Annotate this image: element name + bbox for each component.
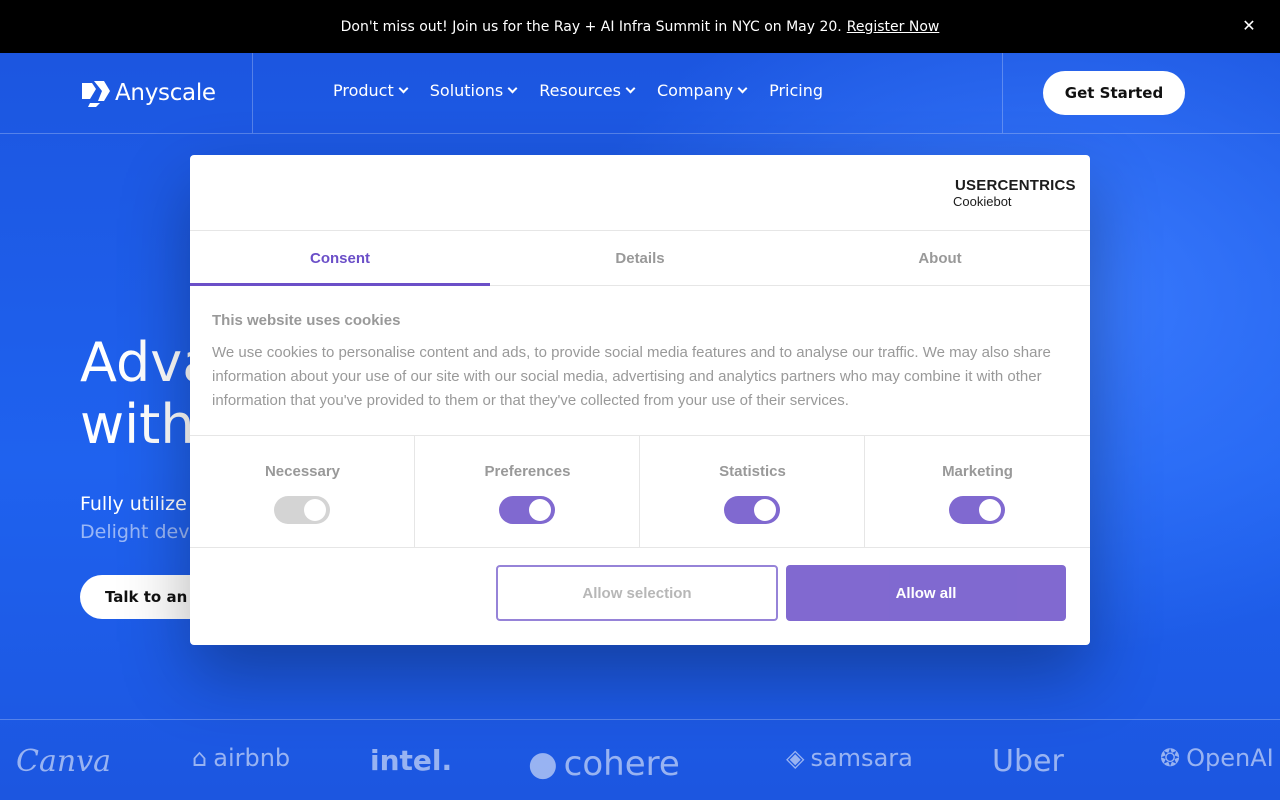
uber-logo: Uber <box>992 744 1064 779</box>
airbnb-icon: ⌂ <box>192 744 208 772</box>
nav-item-company[interactable]: Company <box>656 81 748 100</box>
openai-icon: ❂ <box>1160 744 1181 772</box>
statistics-toggle[interactable] <box>724 496 780 524</box>
nav-item-resources[interactable]: Resources <box>539 81 636 100</box>
cookie-description: We use cookies to personalise content an… <box>212 344 1051 409</box>
intel-logo: intel. <box>370 744 453 777</box>
category-label: Marketing <box>942 463 1013 480</box>
toggle-knob <box>754 499 776 521</box>
hero-subtitle-line: Fully utilize <box>80 493 187 515</box>
nav-item-label: Solutions <box>429 81 504 100</box>
cohere-icon: ● <box>528 744 558 784</box>
tab-consent[interactable]: Consent <box>190 231 490 286</box>
hero-subtitle: Fully utilize Delight dev <box>80 490 189 546</box>
get-started-button[interactable]: Get Started <box>1043 71 1185 115</box>
announcement-bar: Don't miss out! Join us for the Ray + AI… <box>0 0 1280 53</box>
airbnb-logo: ⌂ airbnb <box>192 744 290 772</box>
chevron-down-icon <box>737 83 748 94</box>
nav-item-solutions[interactable]: Solutions <box>429 81 518 100</box>
anyscale-logo-icon <box>82 81 110 107</box>
register-now-link[interactable]: Register Now <box>847 19 940 35</box>
cookie-tabs: Consent Details About <box>190 230 1090 286</box>
samsara-icon: ◈ <box>786 744 805 772</box>
category-label: Preferences <box>484 463 571 480</box>
category-label: Necessary <box>264 463 341 480</box>
cookiebot-brandmark[interactable]: USERCENTRICS Cookiebot <box>952 177 1076 209</box>
cookie-heading: This website uses cookies <box>212 312 401 329</box>
cookie-consent-dialog: USERCENTRICS Cookiebot Consent Details A… <box>190 155 1090 645</box>
airbnb-logo-text: airbnb <box>213 744 291 772</box>
nav-item-product[interactable]: Product <box>333 81 409 100</box>
tab-about[interactable]: About <box>790 231 1090 286</box>
chevron-down-icon <box>398 83 409 94</box>
openai-logo: ❂ OpenAI <box>1160 744 1274 772</box>
samsara-logo: ◈ samsara <box>786 744 913 772</box>
preferences-toggle[interactable] <box>499 496 555 524</box>
hero-subtitle-muted: Delight dev <box>80 521 190 543</box>
nav-item-pricing[interactable]: Pricing <box>769 81 823 100</box>
brandmark-usercentrics: USERCENTRICS <box>955 177 1076 194</box>
chevron-down-icon <box>625 83 636 94</box>
toggle-knob <box>529 499 551 521</box>
category-necessary: Necessary <box>190 436 415 548</box>
necessary-toggle <box>274 496 330 524</box>
logo-text: Anyscale <box>115 80 216 106</box>
anyscale-logo[interactable]: Anyscale <box>80 77 216 109</box>
allow-selection-button[interactable]: Allow selection <box>496 565 778 621</box>
cookie-category-toggles: Necessary Preferences Statistics Marketi… <box>190 435 1090 548</box>
close-icon[interactable]: ✕ <box>1240 17 1258 35</box>
category-preferences: Preferences <box>415 436 640 548</box>
nav-item-label: Pricing <box>769 81 824 100</box>
cohere-logo-text: cohere <box>563 744 680 784</box>
customer-logo-strip: Canva ⌂ airbnb intel. ● cohere ◈ samsara Ub… <box>0 719 1280 800</box>
cohere-logo: ● cohere <box>528 744 680 784</box>
main-menu: Product Solutions Resources Company Pric… <box>333 81 846 100</box>
allow-all-button[interactable]: Allow all <box>786 565 1066 621</box>
nav-item-label: Company <box>656 81 734 100</box>
toggle-knob <box>979 499 1001 521</box>
brandmark-cookiebot: Cookiebot <box>953 194 1012 209</box>
category-marketing: Marketing <box>865 436 1090 548</box>
chevron-down-icon <box>507 83 518 94</box>
canva-logo: Canva <box>16 744 111 779</box>
nav-item-label: Resources <box>539 81 621 100</box>
toggle-knob <box>304 499 326 521</box>
category-statistics: Statistics <box>640 436 865 548</box>
marketing-toggle[interactable] <box>949 496 1005 524</box>
openai-logo-text: OpenAI <box>1186 744 1274 772</box>
category-label: Statistics <box>719 463 786 480</box>
samsara-logo-text: samsara <box>810 744 913 772</box>
brandmark-row: USERCENTRICS <box>952 177 1076 194</box>
tab-details[interactable]: Details <box>490 231 790 286</box>
nav-item-label: Product <box>333 81 394 100</box>
logo-cell: Anyscale <box>0 53 253 133</box>
announcement-message: Don't miss out! Join us for the Ray + AI… <box>340 18 842 35</box>
